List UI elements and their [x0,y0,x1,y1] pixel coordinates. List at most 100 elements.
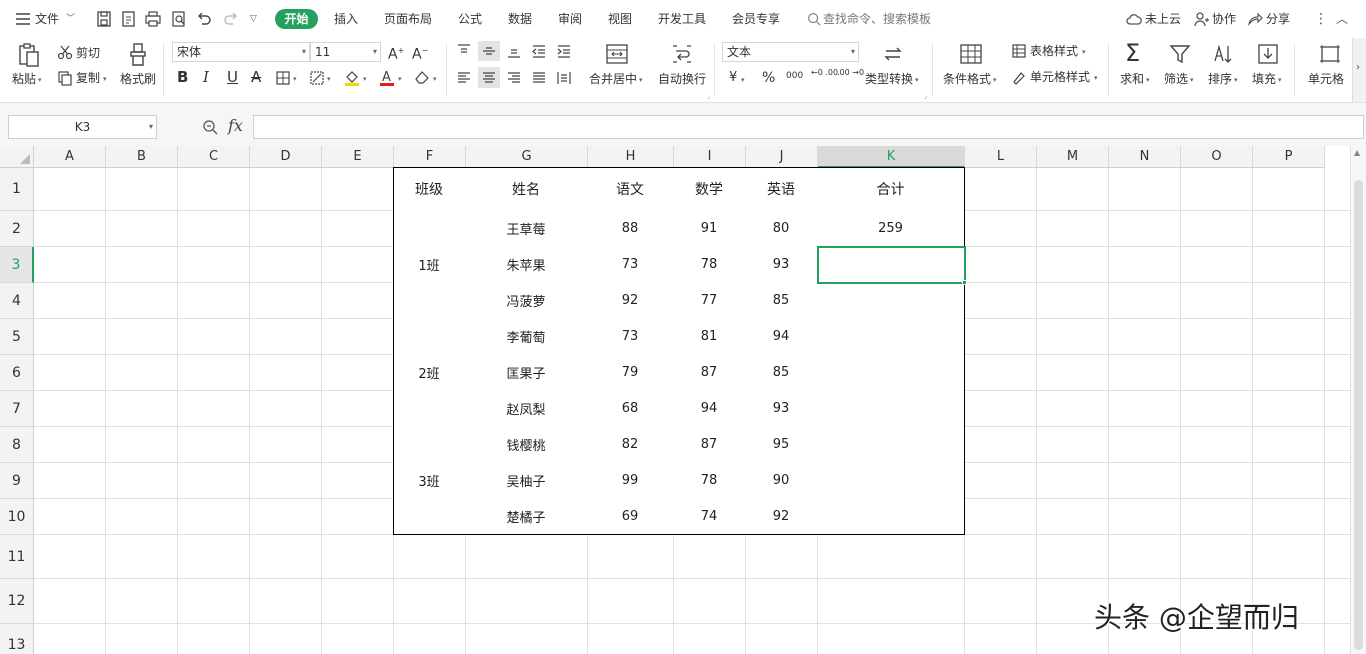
format-painter-icon[interactable] [128,42,148,68]
scissors-icon[interactable] [57,44,73,60]
column-header-k[interactable]: K [818,146,965,168]
column-header-p[interactable]: P [1253,146,1325,168]
collaborate-icon[interactable] [1192,10,1210,28]
bold-icon[interactable]: B [177,69,188,85]
merge-center-button[interactable]: 合并居中 [589,71,637,87]
insert-function-icon[interactable]: fx [228,116,243,135]
font-size-select[interactable]: 11 ▾ [310,42,381,62]
collaborate-button[interactable]: 协作 [1212,10,1236,28]
undo-icon[interactable] [195,10,213,28]
increase-font-icon[interactable]: A+ [388,43,404,63]
column-header-o[interactable]: O [1181,146,1253,168]
thousands-separator-button[interactable]: 000 [786,68,803,84]
sort-button[interactable]: 排序 [1208,71,1232,87]
more-options-icon[interactable]: ⋮ [1314,10,1328,28]
column-header-i[interactable]: I [674,146,746,168]
cell-style-dropdown-icon[interactable]: ▾ [1094,70,1098,86]
merge-dropdown-icon[interactable]: ▾ [639,72,643,88]
row-header-13[interactable]: 13 [0,624,34,654]
cloud-status[interactable]: 未上云 [1145,10,1181,28]
increase-indent-icon[interactable] [556,43,572,59]
fill-color-icon[interactable] [343,68,361,86]
row-header-7[interactable]: 7 [0,391,34,427]
align-center-icon[interactable] [481,70,497,86]
currency-format-button[interactable]: ¥ [729,70,737,86]
column-header-e[interactable]: E [322,146,394,168]
redo-icon[interactable] [222,10,240,28]
tab-developer[interactable]: 开发工具 [658,10,706,28]
tab-page-layout[interactable]: 页面布局 [384,10,432,28]
decrease-indent-icon[interactable] [531,43,547,59]
strikethrough-icon[interactable]: A [251,69,261,85]
table-style-button[interactable]: 表格样式 [1030,43,1078,59]
align-bottom-icon[interactable] [506,43,522,59]
align-left-icon[interactable] [456,70,472,86]
wrap-text-icon[interactable] [670,43,694,65]
clear-format-icon[interactable] [413,69,431,85]
paste-dropdown-icon[interactable]: ▾ [38,72,42,88]
select-all-corner[interactable] [0,146,34,168]
decrease-decimal-button[interactable]: .00 →0 [837,68,864,77]
column-header-n[interactable]: N [1109,146,1181,168]
sum-icon[interactable]: Σ [1125,40,1140,66]
cell-format-icon[interactable] [1318,43,1342,65]
shading-dropdown-icon[interactable]: ▾ [327,71,331,87]
fill-down-icon[interactable] [1257,43,1279,65]
conditional-format-button[interactable]: 条件格式 [943,71,991,87]
copy-icon[interactable] [57,70,73,86]
tab-data[interactable]: 数据 [508,10,532,28]
borders-dropdown-icon[interactable]: ▾ [293,71,297,87]
paste-icon[interactable] [17,42,41,68]
command-search-input[interactable]: 查找命令、搜索模板 [823,10,931,28]
row-header-5[interactable]: 5 [0,319,34,355]
wrap-text-button[interactable]: 自动换行 [658,71,706,87]
type-convert-icon[interactable] [881,43,905,65]
row-header-3[interactable]: 3 [0,247,34,283]
paste-button[interactable]: 粘贴 [12,71,36,87]
clear-dropdown-icon[interactable]: ▾ [433,71,437,87]
column-header-g[interactable]: G [466,146,588,168]
collapse-ribbon-icon[interactable]: ︿ [1336,10,1348,28]
row-header-11[interactable]: 11 [0,535,34,579]
column-header-f[interactable]: F [394,146,466,168]
fill-color-dropdown-icon[interactable]: ▾ [363,71,367,87]
align-middle-icon[interactable] [481,43,497,59]
row-header-2[interactable]: 2 [0,211,34,247]
column-header-d[interactable]: D [250,146,322,168]
vertical-scrollbar[interactable]: ▲ [1350,146,1366,654]
tab-view[interactable]: 视图 [608,10,632,28]
tab-review[interactable]: 审阅 [558,10,582,28]
type-convert-button[interactable]: 类型转换 [865,71,913,87]
increase-decimal-button[interactable]: ←0 .00 [811,68,838,77]
row-header-4[interactable]: 4 [0,283,34,319]
cell-style-icon[interactable] [1011,69,1027,85]
ribbon-scroll-right[interactable]: › [1352,38,1366,102]
filter-icon[interactable] [1169,43,1191,65]
fill-dropdown-icon[interactable]: ▾ [1278,72,1282,88]
export-pdf-icon[interactable] [120,10,138,28]
save-icon[interactable] [95,10,113,28]
conditional-format-icon[interactable] [959,43,983,65]
column-header-h[interactable]: H [588,146,674,168]
formula-input[interactable] [253,115,1364,139]
share-button[interactable]: 分享 [1266,10,1290,28]
column-header-a[interactable]: A [34,146,106,168]
copy-button[interactable]: 复制 [76,70,100,86]
vertical-scroll-thumb[interactable] [1354,180,1363,650]
column-header-l[interactable]: L [965,146,1037,168]
name-box[interactable]: K3 ▾ [8,115,157,139]
font-color-icon[interactable]: A [378,68,396,86]
number-format-select[interactable]: 文本 ▾ [722,42,859,62]
file-menu[interactable]: 文件 [35,10,59,28]
font-name-select[interactable]: 宋体 ▾ [172,42,310,62]
column-header-b[interactable]: B [106,146,178,168]
row-header-6[interactable]: 6 [0,355,34,391]
sheet-grid[interactable]: ABCDEFGHIJKLMNOP 1 2 3 4 5 6 7 8 9 10 11 12 13 班级 姓名语… [0,146,1350,654]
align-right-icon[interactable] [506,70,522,86]
tab-formulas[interactable]: 公式 [458,10,482,28]
print-icon[interactable] [144,10,162,28]
justify-icon[interactable] [531,70,547,86]
table-style-icon[interactable] [1011,43,1027,59]
filter-dropdown-icon[interactable]: ▾ [1190,72,1194,88]
sum-dropdown-icon[interactable]: ▾ [1146,72,1150,88]
